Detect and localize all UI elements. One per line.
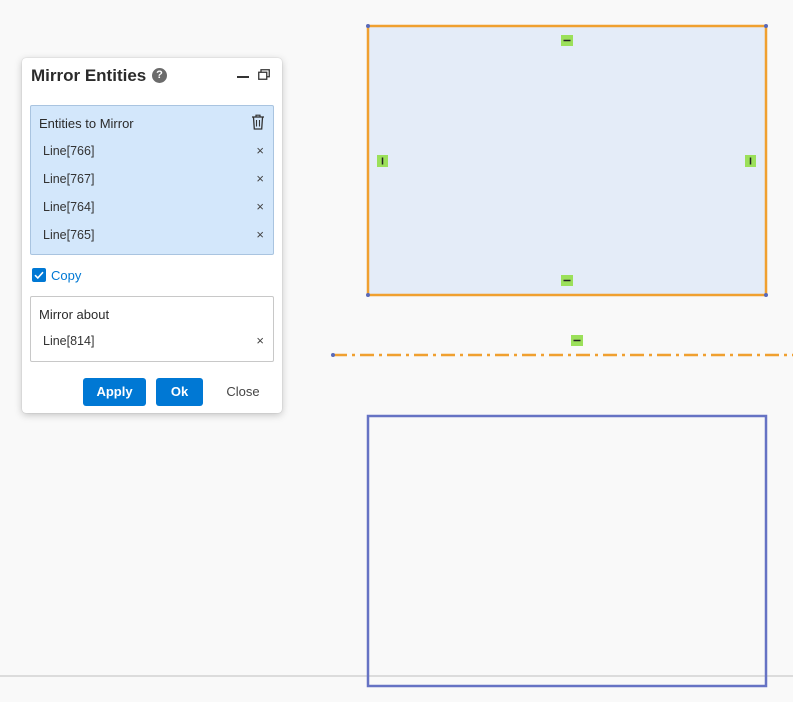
copy-label[interactable]: Copy <box>51 268 81 283</box>
vertex-point[interactable] <box>331 353 335 357</box>
entity-label: Line[766] <box>43 144 95 158</box>
list-item[interactable]: Line[764] × <box>31 194 273 222</box>
trash-icon[interactable] <box>251 114 265 130</box>
remove-entity-icon[interactable]: × <box>256 333 264 348</box>
entity-label: Line[767] <box>43 172 95 186</box>
mirror-about-label: Mirror about <box>39 307 110 322</box>
dialog-title: Mirror Entities <box>31 66 147 85</box>
checkmark-icon <box>34 271 44 280</box>
vertex-point[interactable] <box>764 293 768 297</box>
horizontal-constraint-icon[interactable] <box>571 335 583 346</box>
mirrored-rect-preview <box>366 414 768 688</box>
vertex-point[interactable] <box>366 293 370 297</box>
list-item[interactable]: Line[766] × <box>31 138 273 166</box>
vertex-point[interactable] <box>764 24 768 28</box>
vertex-point[interactable] <box>366 24 370 28</box>
vertical-constraint-icon[interactable] <box>745 155 756 167</box>
horizontal-constraint-icon[interactable] <box>561 275 573 286</box>
remove-entity-icon[interactable]: × <box>256 227 264 242</box>
remove-entity-icon[interactable]: × <box>256 143 264 158</box>
horizontal-constraint-icon[interactable] <box>561 35 573 46</box>
help-icon[interactable]: ? <box>152 68 167 83</box>
ok-button[interactable]: Ok <box>156 378 203 406</box>
entities-to-mirror-list[interactable]: Entities to Mirror Line[766] × Line[767]… <box>30 105 274 255</box>
vertical-constraint-icon[interactable] <box>377 155 388 167</box>
remove-entity-icon[interactable]: × <box>256 171 264 186</box>
mirror-about-field[interactable]: Mirror about Line[814] × <box>30 296 274 362</box>
list-item[interactable]: Line[767] × <box>31 166 273 194</box>
apply-button[interactable]: Apply <box>83 378 146 406</box>
list-item[interactable]: Line[765] × <box>31 222 273 250</box>
selected-rect-fill <box>368 26 766 295</box>
entity-label: Line[764] <box>43 200 95 214</box>
list-item[interactable]: Line[814] × <box>31 328 273 356</box>
minimize-icon[interactable] <box>237 76 249 78</box>
entities-to-mirror-label: Entities to Mirror <box>39 116 134 131</box>
entity-label: Line[765] <box>43 228 95 242</box>
mirror-entities-dialog: Mirror Entities ? Entities to Mirror Lin… <box>22 58 282 413</box>
close-button[interactable]: Close <box>218 378 268 406</box>
restore-window-icon[interactable] <box>258 69 270 80</box>
remove-entity-icon[interactable]: × <box>256 199 264 214</box>
copy-checkbox[interactable] <box>32 268 46 282</box>
entity-label: Line[814] <box>43 334 95 348</box>
